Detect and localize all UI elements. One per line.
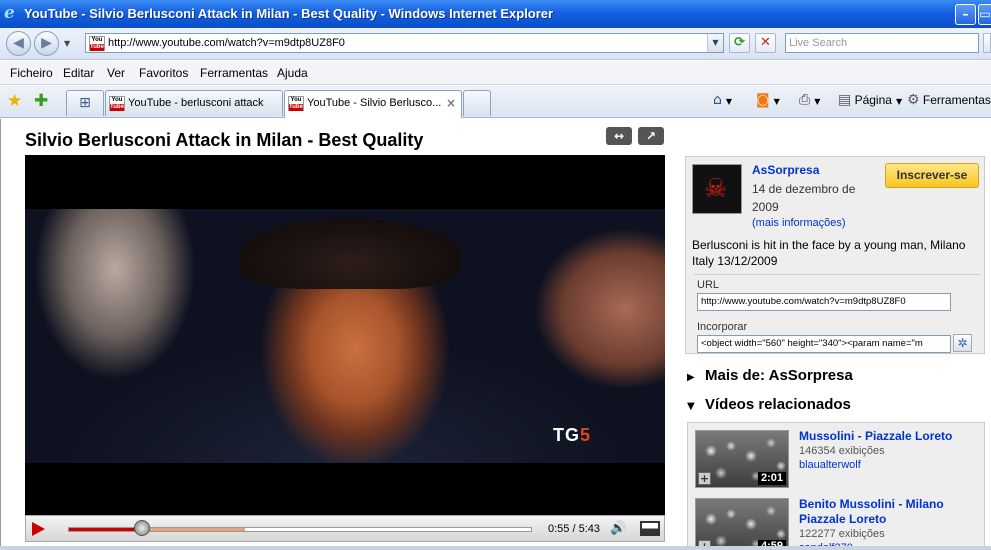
print-button[interactable]: ⎙ ▼ [799, 92, 820, 110]
menu-ferramentas[interactable]: Ferramentas [200, 66, 268, 80]
gear-icon: ⚙ [907, 92, 920, 108]
internet-explorer-logo-icon: e [4, 3, 15, 23]
channel-info-box: ☠ AsSorpresa 14 de dezembro de 2009 (mai… [685, 156, 985, 354]
collapsed-arrow-icon: ▶ [687, 372, 695, 383]
video-subject [240, 219, 460, 289]
youtube-favicon-icon: You Tube [109, 96, 125, 111]
home-button[interactable]: ⌂ ▼ [713, 92, 732, 110]
tg5-watermark: TG5 [553, 425, 592, 445]
menu-bar: Ficheiro Editar Ver Favoritos Ferramenta… [0, 61, 991, 85]
related-videos-section[interactable]: ▼ Vídeos relacionados [687, 396, 851, 416]
live-search-input[interactable]: Live Search [785, 33, 979, 53]
new-tab-button[interactable] [463, 90, 491, 116]
tab-silvio-berlusconi[interactable]: You Tube YouTube - Silvio Berlusco... × [284, 90, 462, 118]
url-field[interactable]: http://www.youtube.com/watch?v=m9dtp8UZ8… [697, 293, 951, 311]
add-to-quicklist-icon[interactable]: + [698, 472, 711, 485]
favorites-star-icon[interactable]: ★ [7, 91, 22, 111]
author-link[interactable]: blaualterwolf [799, 459, 861, 472]
youtube-favicon-icon: You Tube [89, 36, 105, 51]
menu-editar[interactable]: Editar [63, 66, 94, 80]
time-display: 0:55 / 5:43 [548, 523, 600, 535]
home-icon: ⌂ [713, 92, 722, 108]
minimize-button[interactable]: – [955, 4, 976, 25]
divider [694, 274, 980, 275]
expand-player-button[interactable]: ↔ [606, 127, 632, 145]
tools-menu-button[interactable]: ⚙ Ferramentas [907, 92, 991, 108]
view-count: 122277 exibições [799, 528, 885, 540]
play-button[interactable] [32, 522, 45, 536]
embed-field[interactable]: <object width="560" height="340"><param … [697, 335, 951, 353]
fullscreen-button[interactable] [640, 521, 660, 536]
menu-favoritos[interactable]: Favoritos [139, 66, 188, 80]
restore-button[interactable]: ▭ [978, 4, 991, 25]
quick-tabs-button[interactable]: ⊞ [66, 90, 104, 116]
tab-label: YouTube - berlusconi attack [128, 97, 264, 109]
skull-icon: ☠ [704, 174, 728, 204]
page-menu-button[interactable]: ▤ Página ▼ [838, 92, 902, 110]
list-item[interactable]: + 4:59 Benito Mussolini - Milano Piazzal… [688, 491, 984, 549]
video-title: Silvio Berlusconi Attack in Milan - Best… [25, 130, 424, 150]
refresh-button[interactable]: ⟳ [729, 33, 750, 53]
embed-settings-gear-icon[interactable]: ✲ [953, 334, 972, 352]
related-title-link[interactable]: Benito Mussolini - Milano Piazzale Loret… [799, 497, 979, 527]
menu-ver[interactable]: Ver [107, 66, 125, 80]
video-duration: 2:01 [757, 472, 786, 485]
close-tab-icon[interactable]: × [446, 96, 456, 110]
print-icon: ⎙ [799, 92, 811, 108]
subscribe-button[interactable]: Inscrever-se [885, 163, 979, 188]
youtube-favicon-icon: You Tube [288, 96, 304, 111]
menu-ajuda[interactable]: Ajuda [277, 66, 308, 80]
tab-berlusconi-attack[interactable]: You Tube YouTube - berlusconi attack [105, 90, 283, 116]
add-favorites-icon[interactable]: ✚ [34, 91, 48, 111]
window-bottom-edge [0, 546, 991, 550]
feeds-button[interactable]: ◙ ▼ [756, 92, 780, 110]
url-label: URL [697, 279, 720, 291]
channel-name-link[interactable]: AsSorpresa [752, 163, 819, 177]
volume-icon[interactable]: 🔊 [610, 521, 626, 537]
video-player[interactable]: TG5 [25, 155, 665, 515]
expanded-arrow-icon: ▼ [687, 401, 695, 412]
stop-button[interactable]: ✕ [755, 33, 776, 53]
video-thumbnail[interactable]: + 4:59 [695, 498, 789, 549]
video-thumbnail[interactable]: + 2:01 [695, 430, 789, 488]
forward-button[interactable]: ▶ [34, 31, 59, 56]
menu-ficheiro[interactable]: Ficheiro [10, 66, 53, 80]
avatar[interactable]: ☠ [692, 164, 742, 214]
address-toolbar: ◀ ▶ ▼ You Tube http://www.youtube.com/wat… [0, 28, 991, 60]
window-title-bar: e YouTube - Silvio Berlusconi Attack in … [0, 0, 991, 28]
address-dropdown-icon[interactable]: ▼ [707, 34, 723, 52]
seek-handle[interactable] [133, 520, 150, 536]
rss-feed-icon: ◙ [756, 92, 770, 108]
related-title-link[interactable]: Mussolini - Piazzale Loreto [799, 429, 979, 444]
played-progress [69, 528, 143, 531]
page-icon: ▤ [838, 92, 852, 108]
video-description: Berlusconi is hit in the face by a young… [692, 238, 966, 268]
upload-date: 14 de dezembro de 2009 [752, 182, 856, 214]
player-controls: 0:55 / 5:43 🔊 [25, 515, 665, 542]
tab-bar: ★ ✚ ⊞ You Tube YouTube - berlusconi attac… [0, 86, 991, 118]
history-dropdown-icon[interactable]: ▼ [64, 39, 70, 49]
page-content: Silvio Berlusconi Attack in Milan - Best… [0, 119, 991, 550]
address-input[interactable]: You Tube http://www.youtube.com/watch?v=m… [85, 33, 724, 53]
more-info-link[interactable]: (mais informações) [752, 216, 846, 230]
quick-tabs-icon: ⊞ [79, 95, 91, 111]
window-title: YouTube - Silvio Berlusconi Attack in Mi… [24, 6, 554, 21]
search-button[interactable] [983, 33, 991, 53]
embed-label: Incorporar [697, 321, 748, 333]
more-from-section[interactable]: ▶ Mais de: AsSorpresa [687, 367, 853, 387]
view-count: 146354 exibições [799, 445, 885, 457]
list-item[interactable]: + 2:01 Mussolini - Piazzale Loreto 14635… [688, 423, 984, 491]
popout-player-button[interactable]: ↗ [638, 127, 664, 145]
back-button[interactable]: ◀ [6, 31, 31, 56]
address-url[interactable]: http://www.youtube.com/watch?v=m9dtp8UZ8… [108, 37, 345, 50]
related-videos-list: + 2:01 Mussolini - Piazzale Loreto 14635… [687, 422, 985, 550]
tab-label: YouTube - Silvio Berlusco... [307, 97, 442, 109]
